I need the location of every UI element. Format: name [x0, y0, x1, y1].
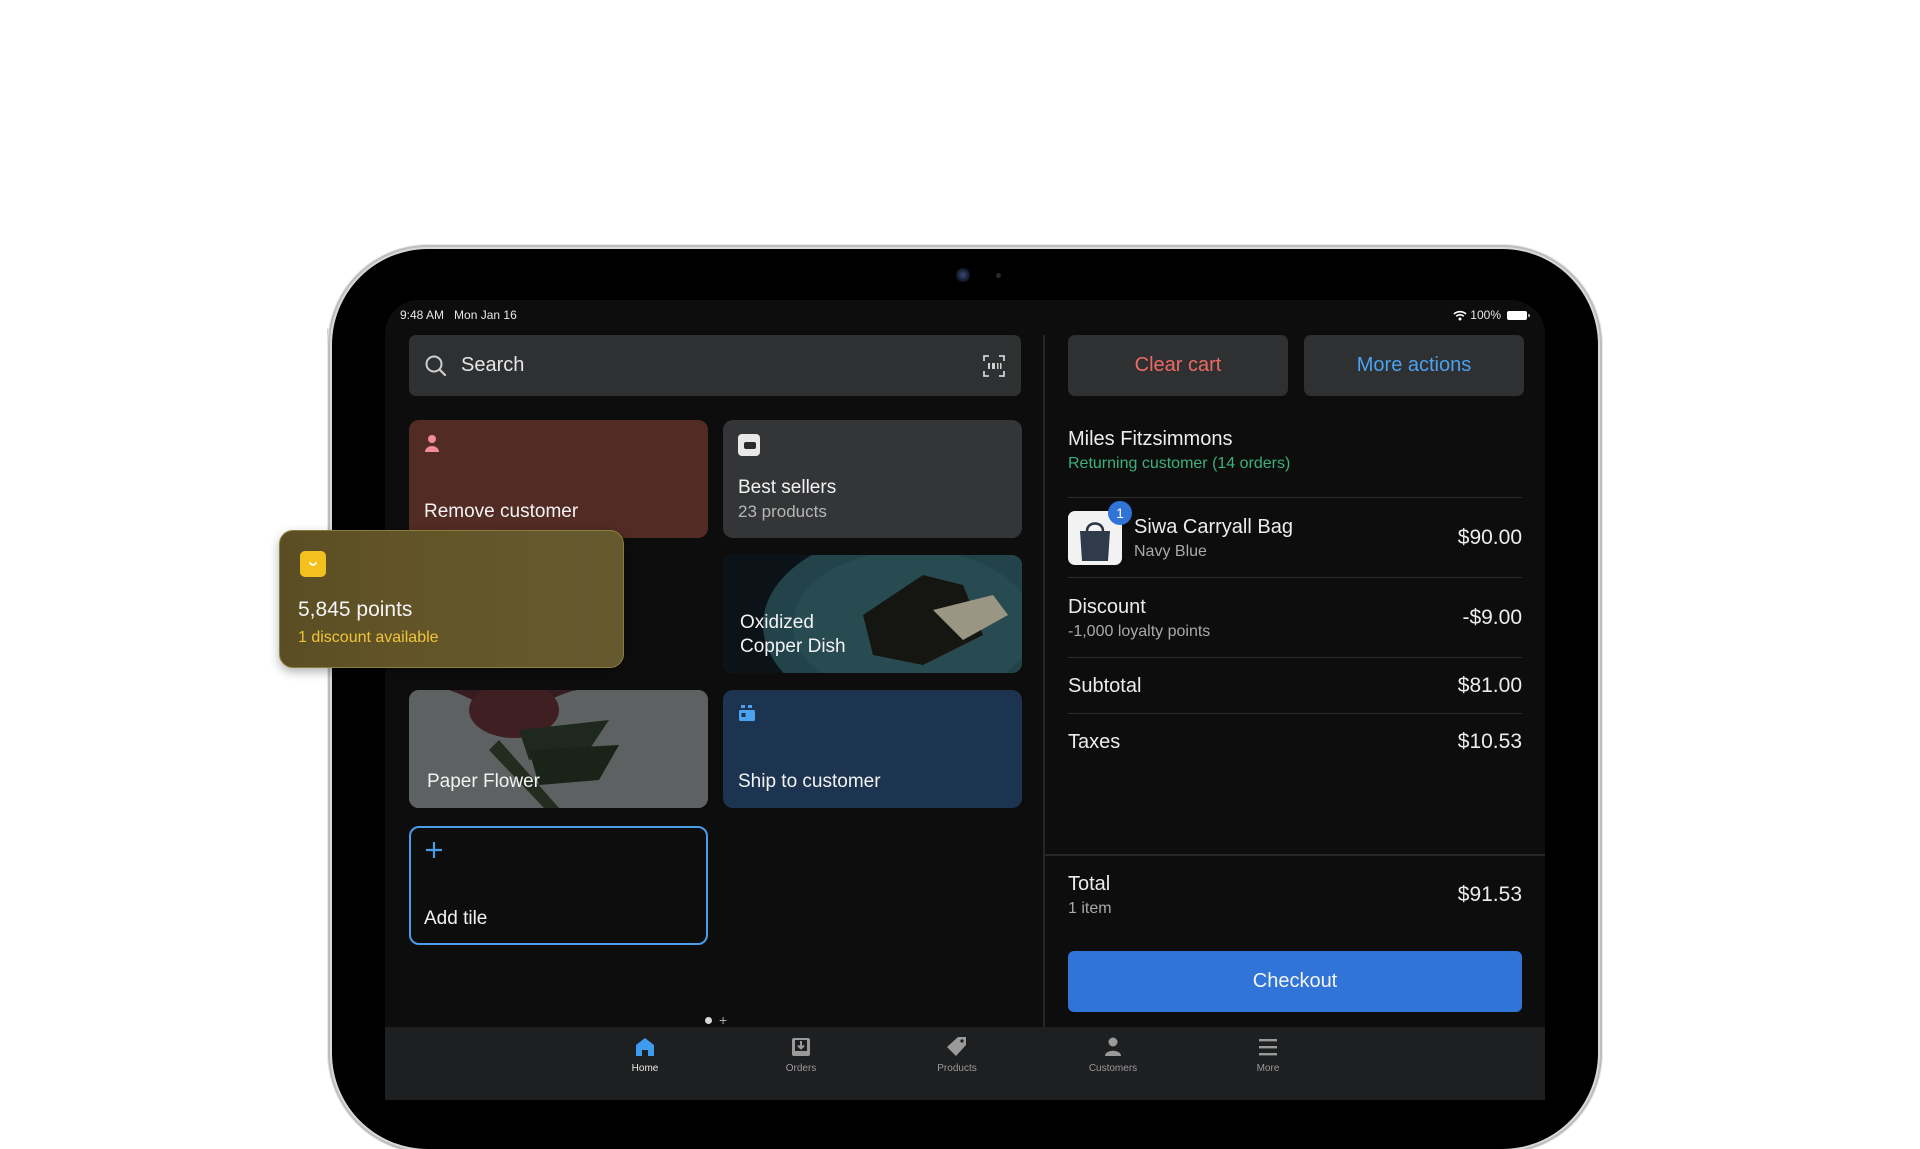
cart-line-item[interactable]: 1 Siwa Carryall Bag Navy Blue $90.00 — [1068, 501, 1522, 566]
loyalty-points: 5,845 points — [298, 598, 413, 621]
total-row: Total 1 item $91.53 — [1068, 869, 1522, 921]
total-detail: 1 item — [1068, 899, 1112, 917]
tile-label: Oxidized Copper Dish — [740, 611, 846, 659]
time: 9:48 AM — [400, 308, 445, 322]
nav-products[interactable]: Products — [912, 1035, 1002, 1074]
subtotal-label: Subtotal — [1068, 674, 1142, 697]
orders-inbox-icon — [792, 1038, 810, 1056]
discount-detail: -1,000 loyalty points — [1068, 622, 1211, 640]
discount-row[interactable]: Discount -1,000 loyalty points -$9.00 — [1068, 592, 1522, 644]
sensor — [996, 273, 1001, 278]
tile-add-tile[interactable]: Add tile — [409, 826, 708, 945]
loyalty-smile-icon — [300, 551, 326, 577]
nav-customers[interactable]: Customers — [1068, 1035, 1158, 1074]
power-button — [327, 328, 331, 413]
divider — [1068, 713, 1522, 714]
total-label: Total — [1068, 872, 1111, 895]
tile-title: Best sellers — [738, 477, 837, 498]
tag-icon — [947, 1037, 966, 1056]
discount-label: Discount — [1068, 595, 1146, 618]
date: Mon Jan 16 — [454, 308, 517, 322]
checkout-button[interactable]: Checkout — [1068, 951, 1522, 1012]
nav-home[interactable]: Home — [600, 1035, 690, 1074]
add-page-icon[interactable]: + — [719, 1012, 727, 1028]
discount-amount: -$9.00 — [1462, 606, 1522, 629]
bottom-nav: Home Orders Products Customers More — [385, 1027, 1545, 1100]
taxes-label: Taxes — [1068, 730, 1121, 753]
loyalty-card[interactable]: 5,845 points 1 discount available — [279, 530, 624, 668]
page-dot-active[interactable] — [705, 1016, 712, 1024]
item-price: $90.00 — [1457, 526, 1522, 549]
product-thumbnail: 1 — [1068, 501, 1132, 565]
subtotal-row: Subtotal $81.00 — [1068, 671, 1522, 701]
tile-label: Paper Flower — [427, 771, 540, 792]
status-time: 9:48 AM Mon Jan 16 — [400, 308, 517, 322]
subtotal-amount: $81.00 — [1457, 674, 1522, 697]
tile-subtitle: 23 products — [738, 502, 827, 521]
home-icon — [636, 1038, 654, 1056]
nav-label: Customers — [1088, 1063, 1138, 1074]
tile-oxidized-copper-dish[interactable]: Oxidized Copper Dish — [723, 555, 1022, 673]
clear-cart-button[interactable]: Clear cart — [1068, 335, 1288, 396]
nav-more[interactable]: More — [1223, 1035, 1313, 1074]
tile-remove-customer[interactable]: Remove customer — [409, 420, 708, 538]
product-thumbnail — [738, 434, 760, 456]
search-icon — [425, 355, 447, 376]
tile-label: Remove customer — [424, 501, 579, 522]
panel-divider — [1043, 335, 1045, 1027]
barcode-scan-icon[interactable] — [981, 353, 1007, 379]
quantity-badge: 1 — [1108, 501, 1132, 525]
page-indicator[interactable]: + — [705, 1012, 727, 1028]
tile-best-sellers[interactable]: Best sellers 23 products — [723, 420, 1022, 538]
nav-label: Home — [631, 1063, 659, 1074]
tile-label: Add tile — [424, 908, 488, 929]
plus-icon — [426, 842, 442, 858]
nav-label: More — [1256, 1063, 1280, 1074]
divider — [1068, 577, 1522, 578]
nav-label: Products — [937, 1063, 977, 1074]
customer-status: Returning customer (14 orders) — [1068, 455, 1291, 472]
divider — [1068, 657, 1522, 658]
pos-screen: 9:48 AM Mon Jan 16 100% Remove customer … — [385, 300, 1545, 1100]
person-icon — [1105, 1037, 1121, 1056]
nav-label: Orders — [785, 1063, 817, 1074]
camera-icon — [956, 268, 970, 282]
tile-paper-flower[interactable]: Paper Flower — [409, 690, 708, 808]
menu-icon — [1259, 1039, 1277, 1056]
battery-icon — [1507, 310, 1530, 320]
taxes-row: Taxes $10.53 — [1068, 727, 1522, 757]
shipping-box-icon — [739, 705, 755, 721]
tile-title-line2: Copper Dish — [740, 636, 846, 657]
battery-percent: 100% — [1470, 308, 1501, 322]
taxes-amount: $10.53 — [1457, 730, 1522, 753]
tile-label: Best sellers 23 products — [738, 476, 836, 524]
nav-orders[interactable]: Orders — [756, 1035, 846, 1074]
search-bar[interactable] — [409, 335, 1021, 396]
customer-name[interactable]: Miles Fitzsimmons — [1068, 428, 1232, 451]
item-variant: Navy Blue — [1134, 542, 1207, 560]
item-name: Siwa Carryall Bag — [1134, 515, 1293, 538]
tile-ship-to-customer[interactable]: Ship to customer — [723, 690, 1022, 808]
status-indicators: 100% — [1453, 308, 1530, 322]
wifi-icon — [1453, 310, 1467, 320]
total-amount: $91.53 — [1457, 883, 1522, 906]
cart-panel: Clear cart More actions Miles Fitzsimmon… — [1068, 335, 1524, 935]
divider — [1068, 497, 1522, 498]
total-divider — [1045, 854, 1545, 856]
tile-title-line1: Oxidized — [740, 612, 814, 633]
person-icon — [425, 435, 439, 452]
tile-label: Ship to customer — [738, 771, 881, 792]
search-input[interactable] — [459, 353, 981, 378]
more-actions-button[interactable]: More actions — [1304, 335, 1524, 396]
loyalty-discounts: 1 discount available — [298, 629, 439, 646]
